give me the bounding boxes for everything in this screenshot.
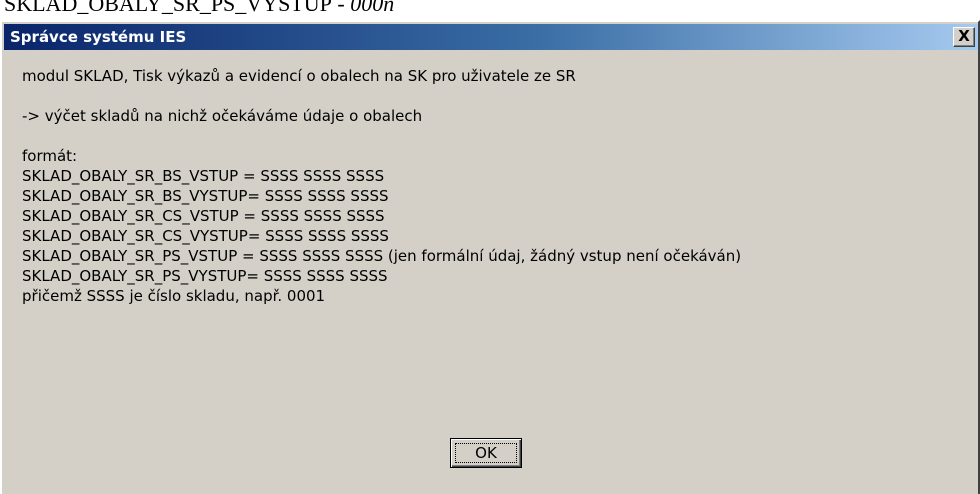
message-line: přičemž SSSS je číslo skladu, např. 0001: [22, 287, 326, 305]
message-line: [22, 126, 741, 146]
ok-focus-rect: OK: [455, 443, 517, 463]
message-line: -> výčet skladů na nichž očekáváme údaje…: [22, 107, 423, 125]
dialog-title: Správce systému IES: [10, 28, 187, 46]
dialog-titlebar[interactable]: Správce systému IES X: [4, 24, 978, 50]
dialog-message: modul SKLAD, Tisk výkazů a evidencí o ob…: [22, 66, 741, 306]
caption-suffix: - 000n: [331, 0, 395, 16]
message-line: SKLAD_OBALY_SR_BS_VSTUP = SSSS SSSS SSSS: [22, 167, 385, 185]
close-icon: X: [958, 27, 970, 45]
message-dialog: Správce systému IES X modul SKLAD, Tisk …: [0, 20, 980, 494]
message-line: SKLAD_OBALY_SR_CS_VSTUP = SSSS SSSS SSSS: [22, 207, 385, 225]
background-document-caption: SKLAD_OBALY_SR_PS_VYSTUP - 000n: [0, 0, 980, 20]
message-line: modul SKLAD, Tisk výkazů a evidencí o ob…: [22, 67, 576, 85]
message-line: formát:: [22, 147, 78, 165]
caption-text: SKLAD_OBALY_SR_PS_VYSTUP: [4, 0, 332, 16]
ok-button-label: OK: [475, 444, 497, 462]
message-line: SKLAD_OBALY_SR_BS_VYSTUP= SSSS SSSS SSSS: [22, 187, 389, 205]
message-line: [22, 86, 741, 106]
message-line: SKLAD_OBALY_SR_CS_VYSTUP= SSSS SSSS SSSS: [22, 227, 389, 245]
message-line: SKLAD_OBALY_SR_PS_VYSTUP= SSSS SSSS SSSS: [22, 267, 388, 285]
message-line: SKLAD_OBALY_SR_PS_VSTUP = SSSS SSSS SSSS…: [22, 247, 742, 265]
ok-button[interactable]: OK: [450, 438, 522, 468]
close-button[interactable]: X: [953, 27, 975, 47]
